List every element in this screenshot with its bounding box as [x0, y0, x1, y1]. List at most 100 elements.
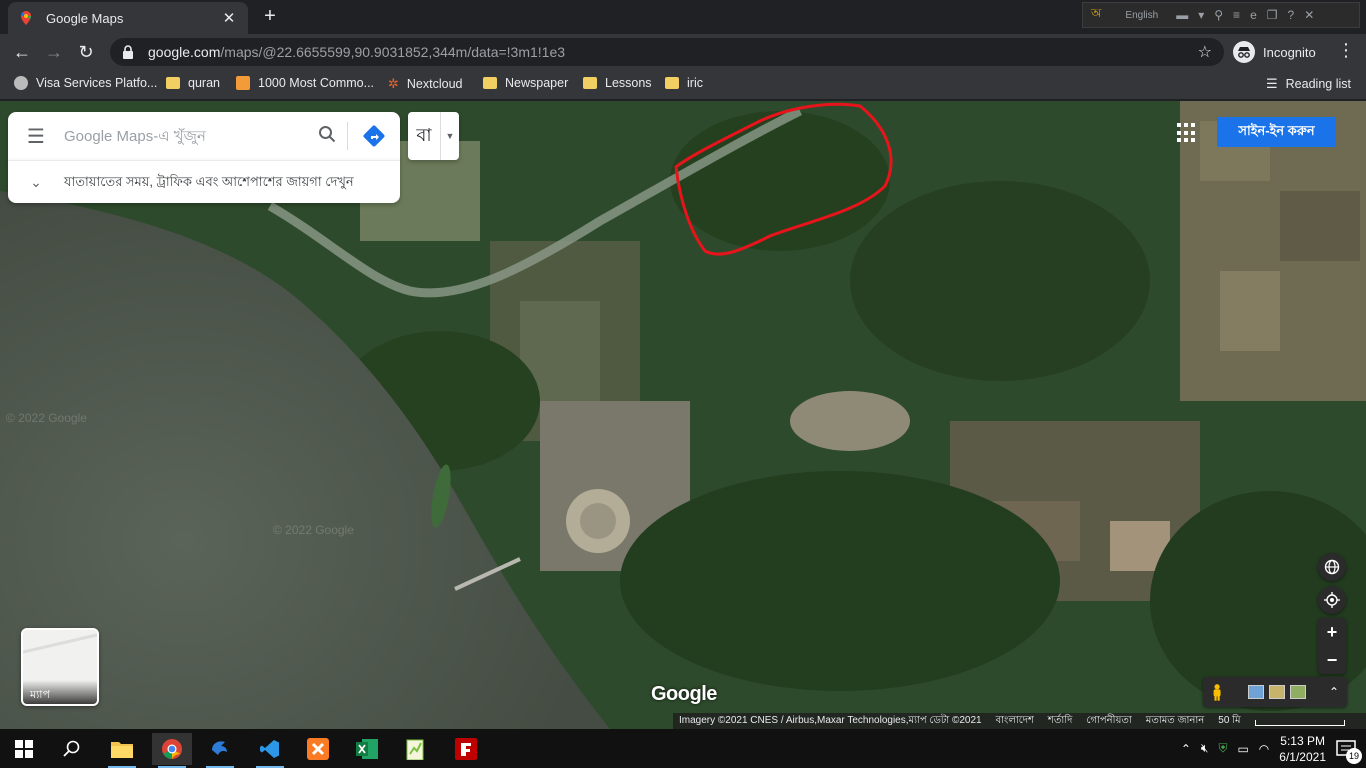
bookmark-quran[interactable]: quran: [166, 76, 220, 90]
bookmark-iric[interactable]: iric: [665, 76, 703, 90]
tab-title: Google Maps: [46, 10, 124, 26]
nextcloud-icon: ✲: [388, 76, 399, 91]
excel-icon[interactable]: [347, 733, 387, 765]
globe-icon[interactable]: [1318, 553, 1346, 581]
hamburger-menu-icon[interactable]: ☰: [8, 124, 64, 149]
search-input[interactable]: [64, 127, 307, 145]
scale-bar: [1254, 720, 1345, 726]
sourcetree-icon[interactable]: [200, 733, 240, 768]
folder-icon: [583, 77, 597, 89]
maps-pin-icon: [21, 11, 31, 25]
layer-switcher[interactable]: ম্যাপ: [21, 628, 99, 706]
bookmark-newspaper[interactable]: Newspaper: [483, 76, 568, 90]
system-tray: ⌃ 🔇︎ ⛨ ▭ ◠ 5:13 PM 6/1/2021 19: [1181, 729, 1366, 768]
search-icon[interactable]: [52, 733, 92, 765]
forward-icon[interactable]: →: [42, 40, 66, 64]
google-logo: Google: [651, 683, 717, 705]
feedback-link[interactable]: মতামত জানান: [1146, 713, 1204, 729]
scale-label[interactable]: 50 মি: [1218, 713, 1240, 729]
terms-link[interactable]: শর্তাদি: [1048, 713, 1072, 729]
notepad-plus-icon[interactable]: [396, 733, 436, 765]
close-tab-icon[interactable]: ✕: [220, 9, 238, 27]
country-link[interactable]: বাংলাদেশ: [996, 713, 1034, 729]
language-short-label: বা: [416, 124, 432, 145]
bookmark-lessons[interactable]: Lessons: [583, 76, 652, 90]
notification-icon[interactable]: 19: [1336, 739, 1362, 764]
close-icon[interactable]: ✕: [1304, 8, 1314, 22]
new-tab-button[interactable]: +: [258, 5, 282, 29]
extension-bar: অ English ▬ ▾ ⚲ ≡ e ❐ ? ✕: [1082, 2, 1360, 28]
volume-muted-icon[interactable]: 🔇︎: [1201, 741, 1209, 756]
vscode-icon[interactable]: [250, 733, 290, 768]
url-text: google.com/maps/@22.6655599,90.9031852,3…: [148, 44, 566, 60]
sign-in-button[interactable]: সাইন-ইন করুন: [1217, 117, 1336, 147]
incognito-indicator[interactable]: Incognito: [1233, 38, 1316, 66]
folder-icon: [665, 77, 679, 89]
reading-list-icon: ☰: [1266, 76, 1278, 91]
search-box: ☰: [8, 112, 400, 160]
browser-toolbar: ← → ↻ google.com/maps/@22.6655599,90.903…: [0, 34, 1366, 70]
chrome-icon[interactable]: [152, 733, 192, 768]
reading-list-button[interactable]: ☰ Reading list: [1266, 76, 1351, 92]
imagery-thumb-icon[interactable]: [1269, 685, 1286, 699]
bookmarks-bar: Visa Services Platfo... quran 1000 Most …: [0, 70, 1366, 100]
edge-icon[interactable]: e: [1250, 8, 1257, 22]
clock-date: 6/1/2021: [1279, 749, 1326, 764]
windows-taskbar: ⌃ 🔇︎ ⛨ ▭ ◠ 5:13 PM 6/1/2021 19: [0, 729, 1366, 768]
chrome-menu-icon[interactable]: ⋮: [1336, 40, 1356, 61]
incognito-icon: [1233, 41, 1255, 63]
folder-icon: [483, 77, 497, 89]
privacy-link[interactable]: গোপনীয়তা: [1086, 713, 1131, 729]
attribution-bar: Imagery ©2021 CNES / Airbus,Maxar Techno…: [673, 713, 1366, 729]
tab-google-maps[interactable]: Google Maps ✕: [8, 2, 248, 34]
google-apps-icon[interactable]: [1177, 123, 1197, 143]
travel-hint-panel[interactable]: ⌄ যাতায়াতের সময়, ট্রাফিক এবং আশেপাশের …: [8, 160, 400, 203]
hint-text: যাতায়াতের সময়, ট্রাফিক এবং আশেপাশের জা…: [64, 174, 354, 189]
back-icon[interactable]: ←: [10, 40, 34, 64]
defender-shield-icon[interactable]: ⛨: [1218, 741, 1227, 756]
xampp-icon[interactable]: [298, 733, 338, 765]
language-switch[interactable]: বা ▼: [408, 112, 459, 160]
bookmark-visa[interactable]: Visa Services Platfo...: [14, 76, 157, 90]
battery-icon[interactable]: ▭: [1237, 742, 1248, 756]
clock[interactable]: 5:13 PM 6/1/2021: [1279, 733, 1326, 765]
imagery-thumb-icon[interactable]: [1290, 685, 1306, 699]
filezilla-icon[interactable]: [446, 733, 486, 765]
expand-up-icon[interactable]: ⌃: [1329, 685, 1339, 699]
pegman-icon[interactable]: [1211, 682, 1223, 702]
bookmark-1000-most-common[interactable]: 1000 Most Commo...: [236, 76, 374, 90]
my-location-icon[interactable]: [1318, 586, 1346, 614]
notification-count: 19: [1346, 747, 1362, 764]
caret-down-icon[interactable]: ▼: [440, 112, 459, 160]
search-icon[interactable]: [307, 125, 347, 148]
help-icon[interactable]: ?: [1288, 8, 1295, 22]
settings-icon[interactable]: ≡: [1233, 8, 1240, 22]
chevron-down-icon[interactable]: ⌄: [8, 174, 64, 191]
file-explorer-icon[interactable]: [102, 733, 142, 768]
wifi-icon[interactable]: ◠: [1259, 742, 1269, 756]
zoom-in-button[interactable]: +: [1318, 618, 1346, 646]
dropdown-icon[interactable]: ▾: [1198, 8, 1204, 22]
avro-icon[interactable]: অ: [1091, 5, 1101, 25]
reload-icon[interactable]: ↻: [74, 40, 98, 64]
layer-label: ম্যাপ: [23, 680, 97, 704]
imagery-thumb-icon[interactable]: [1248, 685, 1265, 699]
bookmark-star-icon[interactable]: ☆: [1198, 42, 1212, 62]
language-label[interactable]: English: [1125, 10, 1158, 21]
map-canvas[interactable]: © 2022 Google © 2022 Google ☰ ⌄ যাতায়াত…: [0, 101, 1366, 729]
doc-site-icon: [236, 76, 250, 90]
visa-site-icon: [14, 76, 28, 90]
restore-icon[interactable]: ❐: [1267, 8, 1278, 22]
incognito-label: Incognito: [1263, 44, 1316, 60]
pin-icon[interactable]: ⚲: [1214, 8, 1223, 22]
chevron-up-icon[interactable]: ⌃: [1181, 742, 1191, 756]
windows-start-icon[interactable]: [4, 733, 44, 765]
hat-icon[interactable]: ▬: [1176, 8, 1188, 22]
bookmark-nextcloud[interactable]: ✲ Nextcloud: [388, 76, 463, 92]
folder-icon: [166, 77, 180, 89]
zoom-controls: + −: [1318, 618, 1346, 674]
zoom-out-button[interactable]: −: [1318, 646, 1346, 674]
lock-icon: [123, 45, 133, 59]
address-bar[interactable]: google.com/maps/@22.6655599,90.9031852,3…: [110, 38, 1224, 66]
directions-icon[interactable]: [348, 124, 400, 148]
